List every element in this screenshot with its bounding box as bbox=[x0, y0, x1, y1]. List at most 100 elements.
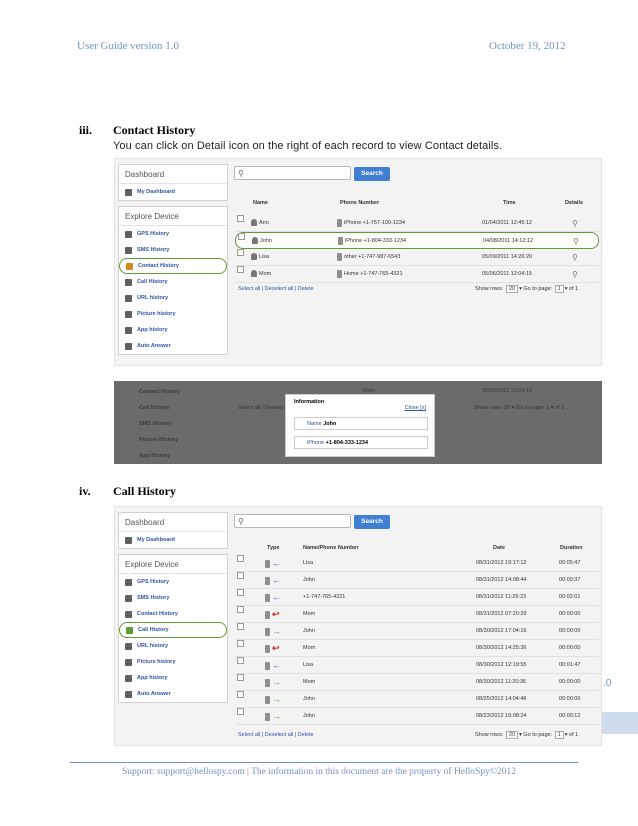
call-type: ↩ bbox=[265, 640, 280, 658]
sidebar-item-sms[interactable]: SMS History bbox=[119, 590, 227, 606]
sidebar-item-url[interactable]: URL history bbox=[119, 638, 227, 654]
table-row[interactable]: → John 08/25/2012 14:04:46 00:00:00 bbox=[235, 691, 599, 708]
sidebar-item-contact[interactable]: Contact History bbox=[119, 258, 227, 274]
search-button[interactable]: Search bbox=[354, 515, 390, 529]
information-popup: Information Close [x] Name John iPhone +… bbox=[285, 394, 435, 457]
table-row[interactable]: → John 08/30/2012 17:04:16 00:00:00 bbox=[235, 623, 599, 640]
call-name: John bbox=[303, 577, 315, 583]
table-row[interactable]: John iPhone +1-804-333-1234 04/08/2011 14:… bbox=[235, 232, 599, 249]
person-icon bbox=[251, 253, 257, 261]
row-checkbox[interactable] bbox=[237, 589, 244, 596]
table-row[interactable]: Mom Home +1-747-765-4321 05/06/2011 12:04:… bbox=[235, 266, 599, 283]
select-links[interactable]: Select all | Deselect all | Delete bbox=[238, 286, 314, 292]
row-checkbox[interactable] bbox=[237, 640, 244, 647]
sidebar-item-gps[interactable]: GPS History bbox=[119, 574, 227, 590]
contact-phone: other +1-747-987-6543 bbox=[337, 249, 400, 266]
sidebar-item-picture[interactable]: Picture history bbox=[119, 306, 227, 322]
sidebar-item-picture[interactable]: Picture history bbox=[119, 654, 227, 670]
section-title: Call History bbox=[113, 484, 176, 498]
contact-phone: iPhone +1-757-100-1234 bbox=[337, 215, 405, 232]
music-note-icon bbox=[125, 690, 132, 698]
call-type: ← bbox=[265, 657, 281, 675]
contact-time: 01/04/2011 12:45:12 bbox=[482, 220, 533, 226]
table-row[interactable]: → John 08/23/2012 19:08:24 00:00:12 bbox=[235, 708, 599, 725]
table-row[interactable]: ↩ Mom 08/30/2012 14:25:36 00:00:00 bbox=[235, 640, 599, 657]
table-row[interactable]: ↩ Mom 08/31/2012 07:20:29 00:00:00 bbox=[235, 606, 599, 623]
phone-device-icon bbox=[265, 559, 270, 568]
contact-name: Lisa bbox=[251, 249, 269, 266]
row-checkbox[interactable] bbox=[237, 674, 244, 681]
call-history-panel: Dashboard My Dashboard Explore Device GP… bbox=[114, 506, 602, 746]
popup-phone-field: iPhone +1-804-333-1234 bbox=[294, 436, 428, 449]
outgoing-call-icon: → bbox=[272, 711, 281, 721]
overlay-row-time: 05/06/2011 12:04:15 bbox=[482, 388, 533, 394]
table-row[interactable]: Ann iPhone +1-757-100-1234 01/04/2011 12:4… bbox=[235, 215, 599, 232]
phone-device-icon bbox=[265, 678, 270, 687]
sidebar-item-my-dashboard[interactable]: My Dashboard bbox=[119, 184, 227, 200]
row-checkbox[interactable] bbox=[237, 266, 244, 273]
detail-magnifier-icon[interactable]: ⚲ bbox=[573, 233, 579, 250]
header-left: User Guide version 1.0 bbox=[77, 40, 180, 52]
row-checkbox[interactable] bbox=[237, 691, 244, 698]
row-checkbox[interactable] bbox=[237, 657, 244, 664]
table-row[interactable]: Lisa other +1-747-987-6543 05/09/2011 14:2… bbox=[235, 249, 599, 266]
outgoing-call-icon: → bbox=[272, 694, 281, 704]
row-checkbox[interactable] bbox=[237, 215, 244, 222]
row-checkbox[interactable] bbox=[237, 555, 244, 562]
call-name: John bbox=[303, 713, 315, 719]
table-row[interactable]: ← Lisa 08/30/2012 12:19:55 00:01:47 bbox=[235, 657, 599, 674]
page-select[interactable]: 1 bbox=[554, 731, 564, 739]
call-date: 08/31/2012 19:17:12 bbox=[476, 560, 527, 566]
detail-magnifier-icon[interactable]: ⚲ bbox=[572, 266, 578, 283]
phone-icon bbox=[125, 278, 132, 286]
sidebar-item-app[interactable]: App history bbox=[119, 670, 227, 686]
call-type: → bbox=[265, 691, 281, 709]
sidebar-item-url[interactable]: URL history bbox=[119, 290, 227, 306]
table-row[interactable]: → Mom 08/30/2012 11:20:36 00:00:00 bbox=[235, 674, 599, 691]
rows-select[interactable]: 20 bbox=[505, 285, 519, 293]
section-number: iii. bbox=[79, 123, 93, 137]
col-time: Time bbox=[503, 200, 516, 206]
sidebar-item-gps[interactable]: GPS History bbox=[119, 226, 227, 242]
picture-icon bbox=[125, 658, 132, 666]
sidebar-item-auto-answer[interactable]: Auto Answer bbox=[119, 686, 227, 702]
row-checkbox[interactable] bbox=[237, 708, 244, 715]
detail-magnifier-icon[interactable]: ⚲ bbox=[572, 249, 578, 266]
search-input[interactable]: ⚲ bbox=[234, 166, 351, 180]
row-checkbox[interactable] bbox=[237, 606, 244, 613]
sidebar-item-auto-answer[interactable]: Auto Answer bbox=[119, 338, 227, 354]
outgoing-call-icon: → bbox=[272, 626, 281, 636]
call-type: → bbox=[265, 708, 281, 726]
incoming-call-icon: ← bbox=[272, 592, 281, 602]
sidebar-item-call[interactable]: Call History bbox=[119, 622, 227, 638]
phone-device-icon bbox=[265, 610, 270, 619]
row-checkbox[interactable] bbox=[237, 249, 244, 256]
search-button[interactable]: Search bbox=[354, 167, 390, 181]
page-select[interactable]: 1 bbox=[554, 285, 564, 293]
app-icon bbox=[125, 674, 132, 682]
rows-select[interactable]: 20 bbox=[505, 731, 519, 739]
table-row[interactable]: ← Lisa 08/31/2012 19:17:12 00:05:47 bbox=[235, 555, 599, 572]
sidebar: Dashboard My Dashboard Explore Device GP… bbox=[118, 512, 228, 708]
search-input[interactable]: ⚲ bbox=[234, 514, 351, 528]
sidebar-item-my-dashboard[interactable]: My Dashboard bbox=[119, 532, 227, 548]
table-row[interactable]: ← John 08/31/2012 14:08:44 00:00:37 bbox=[235, 572, 599, 589]
sidebar: Dashboard My Dashboard Explore Device GP… bbox=[118, 164, 228, 360]
detail-magnifier-icon[interactable]: ⚲ bbox=[572, 215, 578, 232]
missed-call-icon: ↩ bbox=[272, 643, 280, 653]
row-checkbox[interactable] bbox=[238, 233, 245, 240]
header-date: October 19, 2012 bbox=[489, 40, 566, 52]
select-links[interactable]: Select all | Deselect all | Delete bbox=[238, 732, 314, 738]
sidebar-item-contact[interactable]: Contact History bbox=[119, 606, 227, 622]
popup-close-link[interactable]: Close [x] bbox=[405, 405, 426, 411]
sidebar-item-app[interactable]: App history bbox=[119, 322, 227, 338]
row-checkbox[interactable] bbox=[237, 572, 244, 579]
contact-phone: iPhone +1-804-333-1234 bbox=[338, 233, 406, 250]
section-number: iv. bbox=[79, 484, 91, 498]
sidebar-item-call[interactable]: Call History bbox=[119, 274, 227, 290]
search-icon: ⚲ bbox=[238, 517, 244, 526]
sidebar-item-sms[interactable]: SMS History bbox=[119, 242, 227, 258]
table-row[interactable]: ← +1-747-765-4321 08/31/2012 11:25:23 00:02… bbox=[235, 589, 599, 606]
row-checkbox[interactable] bbox=[237, 623, 244, 630]
call-date: 08/30/2012 11:20:36 bbox=[476, 679, 527, 685]
